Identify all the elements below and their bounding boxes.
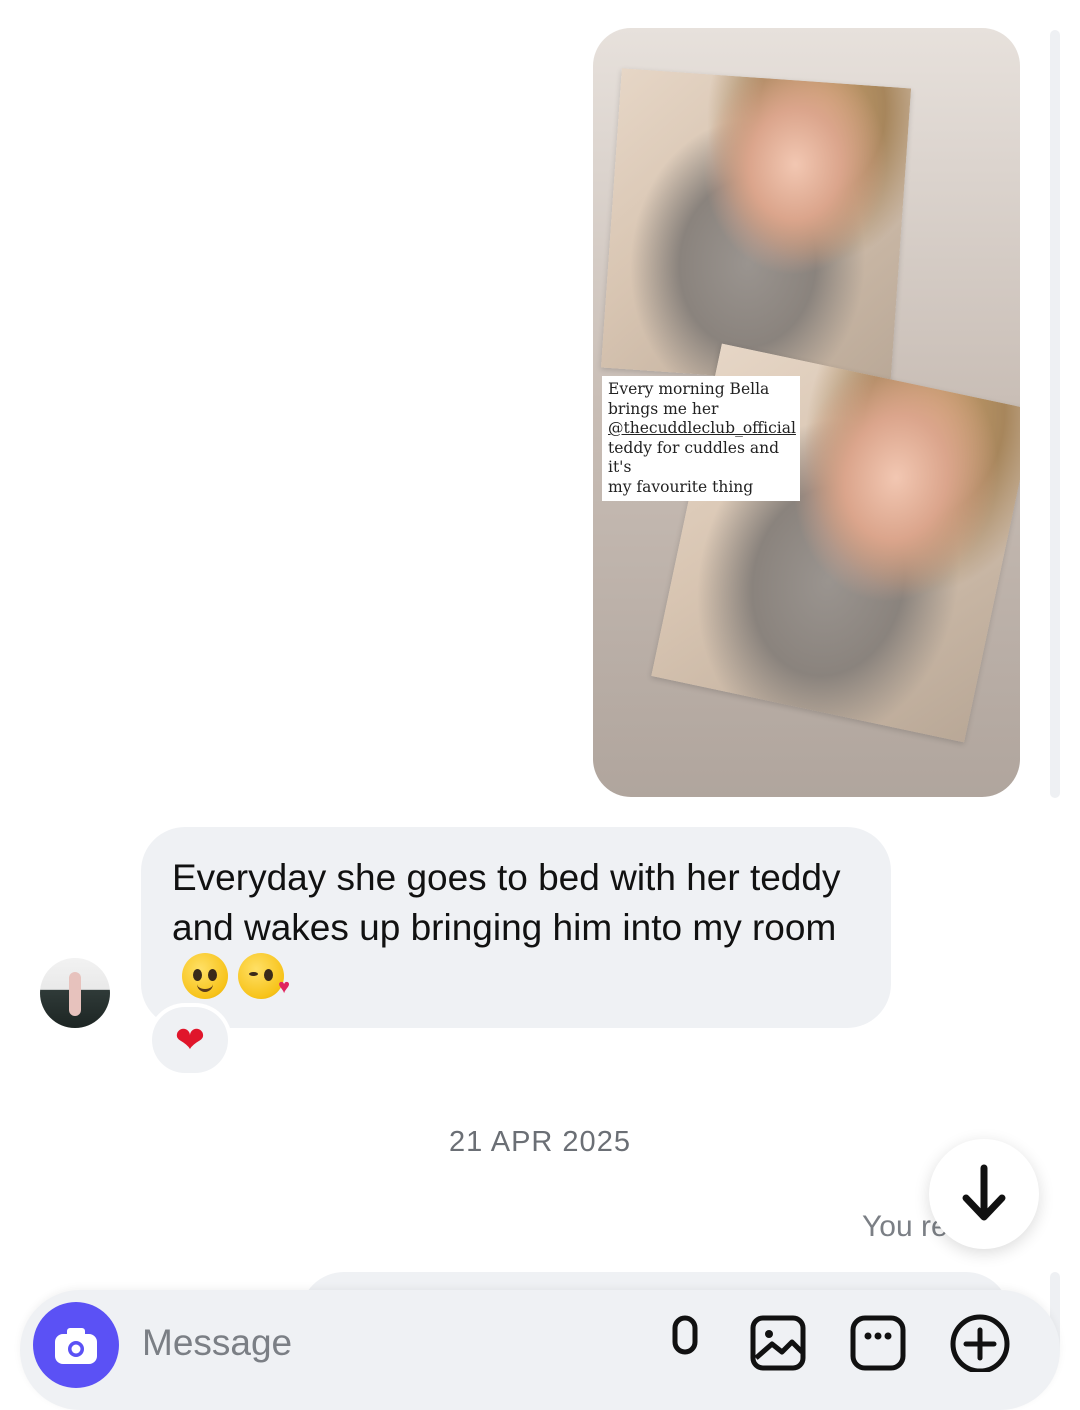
avatar[interactable] bbox=[40, 958, 110, 1028]
camera-button[interactable] bbox=[33, 1302, 119, 1388]
message-bubble[interactable]: Everyday she goes to bed with her teddy … bbox=[141, 827, 891, 1028]
face-blowing-kiss-icon: ♥ bbox=[238, 953, 290, 999]
shared-story[interactable]: Every morning Bella brings me her @thecu… bbox=[593, 28, 1020, 797]
caption-line: brings me her bbox=[608, 399, 719, 418]
message-text: Everyday she goes to bed with her teddy … bbox=[172, 857, 841, 948]
scroll-to-bottom-button[interactable] bbox=[929, 1139, 1039, 1249]
microphone-button[interactable] bbox=[655, 1312, 715, 1372]
date-separator: 21 APR 2025 bbox=[449, 1126, 631, 1158]
camera-icon bbox=[55, 1328, 97, 1364]
caption-line: teddy for cuddles and it's bbox=[608, 438, 779, 477]
caption-mention[interactable]: @thecuddleclub_official bbox=[608, 419, 796, 439]
caption-line: my favourite thing bbox=[608, 477, 754, 496]
sticker-button[interactable] bbox=[848, 1312, 908, 1372]
scrollbar[interactable] bbox=[1050, 30, 1060, 798]
story-caption: Every morning Bella brings me her @thecu… bbox=[602, 376, 800, 501]
gallery-button[interactable] bbox=[748, 1312, 808, 1372]
arrow-down-icon bbox=[962, 1164, 1006, 1221]
sticker-icon bbox=[850, 1315, 906, 1371]
heart-icon: ❤ bbox=[174, 1019, 206, 1060]
caption-line: Every morning Bella bbox=[608, 380, 770, 398]
gallery-icon bbox=[750, 1315, 806, 1371]
heart-reaction[interactable]: ❤ bbox=[152, 1007, 228, 1073]
microphone-icon bbox=[672, 1315, 698, 1355]
message-input[interactable] bbox=[142, 1318, 562, 1368]
pleading-face-icon bbox=[182, 953, 228, 999]
story-photo-1 bbox=[600, 68, 912, 388]
plus-icon bbox=[950, 1314, 1010, 1374]
plus-button[interactable] bbox=[948, 1312, 1010, 1374]
